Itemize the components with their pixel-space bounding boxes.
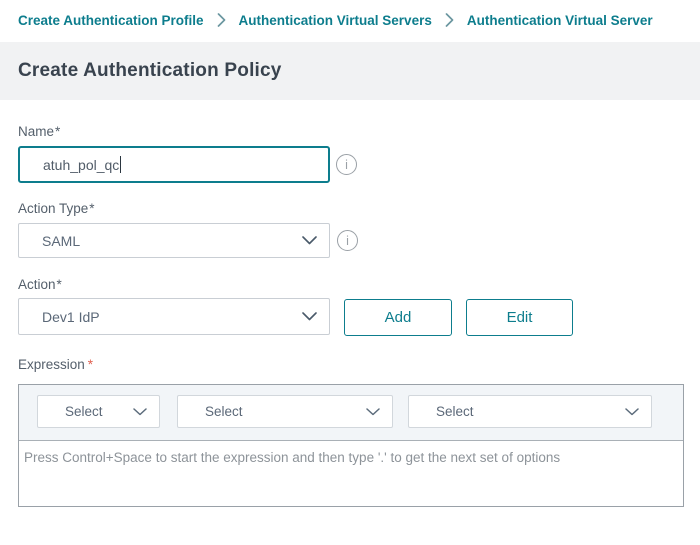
expression-textarea[interactable]: Press Control+Space to start the express… (19, 441, 683, 467)
action-type-label-text: Action Type (18, 201, 88, 216)
required-mark: * (89, 201, 94, 216)
expression-select-1-value: Select (65, 404, 103, 419)
expression-select-3-value: Select (436, 404, 474, 419)
name-label-text: Name (18, 124, 54, 139)
action-type-dropdown-value: SAML (42, 233, 80, 249)
breadcrumb-item-authentication-virtual-server[interactable]: Authentication Virtual Server (467, 13, 653, 28)
expression-select-1[interactable]: Select (37, 395, 160, 428)
expression-toolbar: Select Select Select (19, 385, 683, 441)
required-mark-red: * (88, 357, 93, 372)
action-dropdown-value: Dev1 IdP (42, 309, 100, 325)
breadcrumb: Create Authentication Profile Authentica… (18, 10, 700, 30)
chevron-down-icon (302, 312, 317, 321)
required-mark: * (55, 124, 60, 139)
chevron-down-icon (133, 408, 147, 416)
info-icon[interactable]: i (336, 154, 357, 175)
edit-button[interactable]: Edit (466, 299, 573, 336)
expression-label-text: Expression (18, 357, 85, 372)
breadcrumb-item-authentication-virtual-servers[interactable]: Authentication Virtual Servers (239, 13, 432, 28)
action-label: Action* (18, 277, 62, 292)
page-title: Create Authentication Policy (18, 60, 282, 82)
text-caret (120, 156, 121, 173)
info-icon[interactable]: i (337, 230, 358, 251)
chevron-down-icon (366, 408, 380, 416)
add-button[interactable]: Add (344, 299, 452, 336)
chevron-down-icon (625, 408, 639, 416)
info-icon-glyph: i (345, 158, 348, 172)
name-input[interactable]: atuh_pol_qc (18, 146, 330, 183)
name-label: Name* (18, 124, 60, 139)
chevron-right-icon (445, 13, 454, 27)
page-header: Create Authentication Policy (0, 42, 700, 100)
chevron-right-icon (217, 13, 226, 27)
expression-select-3[interactable]: Select (408, 395, 652, 428)
expression-editor: Select Select Select Press Control+Space… (18, 384, 684, 507)
expression-select-2-value: Select (205, 404, 243, 419)
action-type-label: Action Type* (18, 201, 95, 216)
info-icon-glyph: i (346, 234, 349, 248)
chevron-down-icon (302, 236, 317, 245)
name-input-value: atuh_pol_qc (43, 157, 119, 173)
action-dropdown[interactable]: Dev1 IdP (18, 298, 330, 335)
breadcrumb-item-create-authentication-profile[interactable]: Create Authentication Profile (18, 13, 204, 28)
action-label-text: Action (18, 277, 56, 292)
expression-label: Expression* (18, 357, 93, 372)
action-type-dropdown[interactable]: SAML (18, 223, 330, 258)
required-mark: * (57, 277, 62, 292)
expression-select-2[interactable]: Select (177, 395, 393, 428)
